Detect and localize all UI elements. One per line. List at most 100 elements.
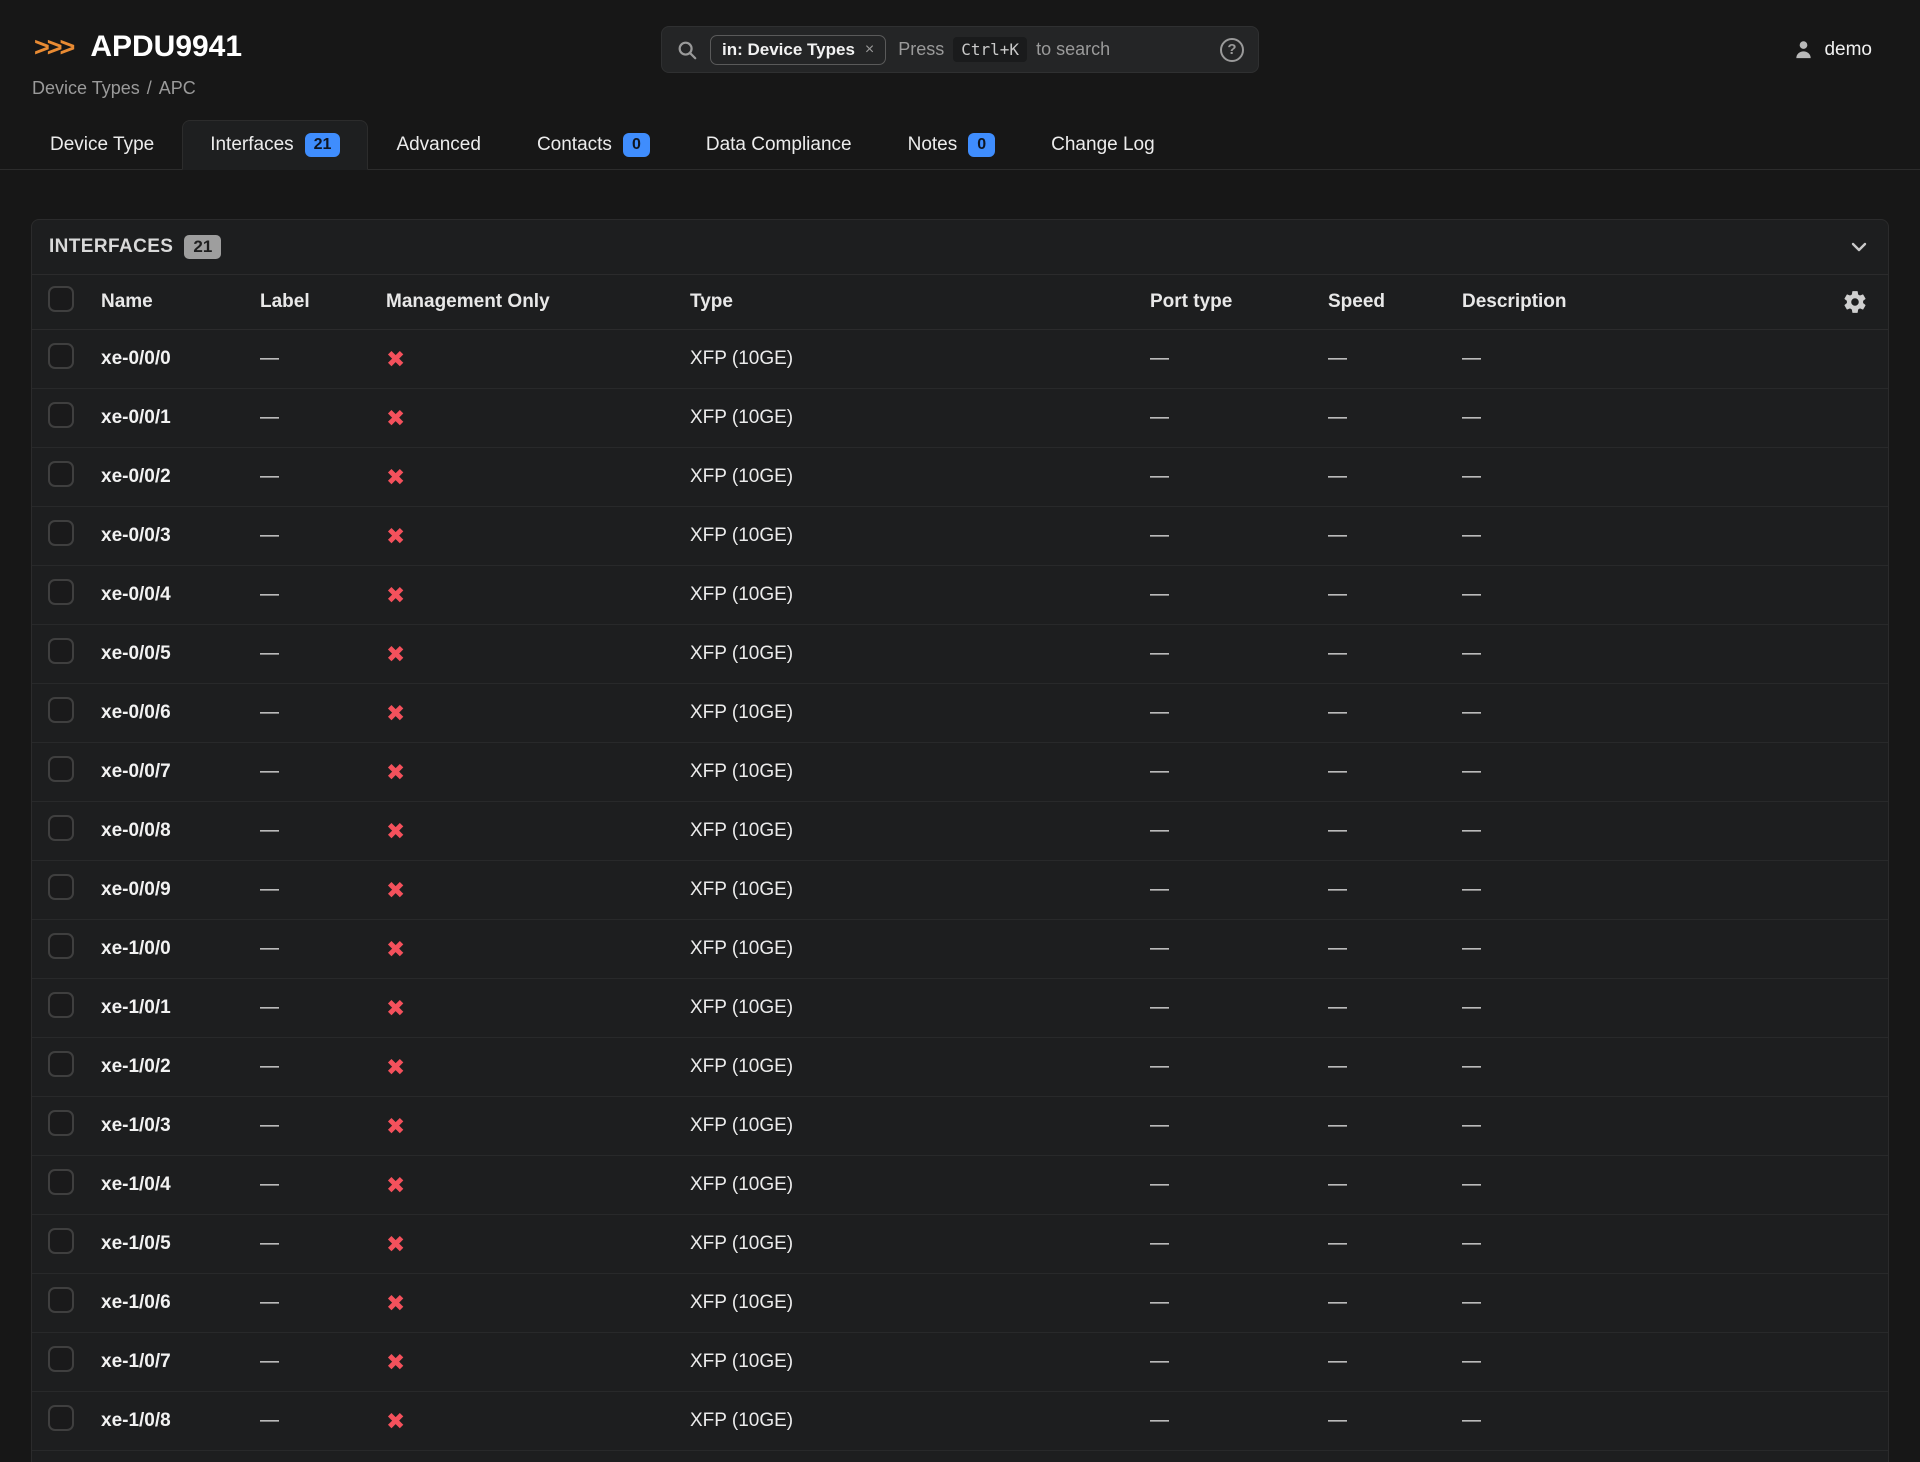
row-checkbox[interactable] bbox=[48, 1110, 74, 1136]
interface-name-link[interactable]: xe-0/0/4 bbox=[101, 584, 260, 606]
column-header-speed[interactable]: Speed bbox=[1328, 291, 1462, 313]
management-only-false-icon: ✖ bbox=[386, 1115, 690, 1138]
search-help-icon[interactable]: ? bbox=[1220, 38, 1244, 62]
interface-name-link[interactable]: xe-0/0/6 bbox=[101, 702, 260, 724]
tab-interfaces[interactable]: Interfaces 21 bbox=[182, 120, 368, 170]
row-checkbox[interactable] bbox=[48, 815, 74, 841]
label-cell: — bbox=[260, 1292, 386, 1314]
row-checkbox[interactable] bbox=[48, 520, 74, 546]
port-type-cell: — bbox=[1150, 761, 1328, 783]
select-all-checkbox[interactable] bbox=[48, 286, 74, 312]
description-cell: — bbox=[1462, 820, 1802, 842]
tab-device-type[interactable]: Device Type bbox=[22, 120, 182, 170]
column-header-description[interactable]: Description bbox=[1462, 291, 1802, 313]
page-title: APDU9941 bbox=[90, 30, 242, 64]
tab-bar: Device Type Interfaces 21 Advanced Conta… bbox=[0, 120, 1920, 170]
table-row: xe-1/0/8 — ✖ XFP (10GE) — — — bbox=[32, 1392, 1888, 1451]
interface-name-link[interactable]: xe-1/0/6 bbox=[101, 1292, 260, 1314]
row-checkbox[interactable] bbox=[48, 1169, 74, 1195]
interface-name-link[interactable]: xe-1/0/8 bbox=[101, 1410, 260, 1432]
row-checkbox[interactable] bbox=[48, 461, 74, 487]
row-checkbox[interactable] bbox=[48, 402, 74, 428]
row-checkbox[interactable] bbox=[48, 1287, 74, 1313]
column-header-port-type[interactable]: Port type bbox=[1150, 291, 1328, 313]
type-cell: XFP (10GE) bbox=[690, 1410, 1150, 1432]
interfaces-panel-header: INTERFACES 21 bbox=[32, 220, 1888, 275]
management-only-false-icon: ✖ bbox=[386, 1233, 690, 1256]
interface-name-link[interactable]: xe-0/0/1 bbox=[101, 407, 260, 429]
port-type-cell: — bbox=[1150, 1410, 1328, 1432]
user-menu[interactable]: demo bbox=[1792, 38, 1872, 61]
table-header-row: Name Label Management Only Type Port typ… bbox=[32, 275, 1888, 330]
row-checkbox[interactable] bbox=[48, 874, 74, 900]
row-checkbox[interactable] bbox=[48, 638, 74, 664]
column-header-label[interactable]: Label bbox=[260, 291, 386, 313]
tab-advanced[interactable]: Advanced bbox=[368, 120, 509, 170]
label-cell: — bbox=[260, 820, 386, 842]
interface-name-link[interactable]: xe-1/0/0 bbox=[101, 938, 260, 960]
row-checkbox[interactable] bbox=[48, 992, 74, 1018]
row-checkbox[interactable] bbox=[48, 933, 74, 959]
panel-count-badge: 21 bbox=[184, 235, 221, 259]
interface-name-link[interactable]: xe-1/0/2 bbox=[101, 1056, 260, 1078]
row-checkbox[interactable] bbox=[48, 343, 74, 369]
management-only-false-icon: ✖ bbox=[386, 525, 690, 548]
search-scope-chip[interactable]: in: Device Types × bbox=[710, 35, 886, 65]
interface-name-link[interactable]: xe-1/0/3 bbox=[101, 1115, 260, 1137]
breadcrumb-parent-link[interactable]: Device Types bbox=[32, 78, 140, 99]
row-checkbox[interactable] bbox=[48, 1051, 74, 1077]
breadcrumb-current-link[interactable]: APC bbox=[159, 78, 196, 99]
label-cell: — bbox=[260, 1115, 386, 1137]
search-hint: Press Ctrl+K to search bbox=[898, 37, 1110, 62]
interface-name-link[interactable]: xe-1/0/4 bbox=[101, 1174, 260, 1196]
port-type-cell: — bbox=[1150, 525, 1328, 547]
type-cell: XFP (10GE) bbox=[690, 702, 1150, 724]
column-header-type[interactable]: Type bbox=[690, 291, 1150, 313]
interface-name-link[interactable]: xe-0/0/0 bbox=[101, 348, 260, 370]
tab-notes[interactable]: Notes 0 bbox=[880, 120, 1024, 170]
table-row: xe-1/0/3 — ✖ XFP (10GE) — — — bbox=[32, 1097, 1888, 1156]
port-type-cell: — bbox=[1150, 1233, 1328, 1255]
port-type-cell: — bbox=[1150, 997, 1328, 1019]
row-checkbox[interactable] bbox=[48, 756, 74, 782]
management-only-false-icon: ✖ bbox=[386, 997, 690, 1020]
port-type-cell: — bbox=[1150, 643, 1328, 665]
interface-name-link[interactable]: xe-0/0/3 bbox=[101, 525, 260, 547]
table-row: xe-1/0/0 — ✖ XFP (10GE) — — — bbox=[32, 920, 1888, 979]
brand-chevrons-icon[interactable]: >>> bbox=[34, 32, 76, 63]
tab-data-compliance[interactable]: Data Compliance bbox=[678, 120, 880, 170]
column-header-name[interactable]: Name bbox=[101, 291, 260, 313]
interface-name-link[interactable]: xe-0/0/5 bbox=[101, 643, 260, 665]
type-cell: XFP (10GE) bbox=[690, 997, 1150, 1019]
interface-name-link[interactable]: xe-0/0/2 bbox=[101, 466, 260, 488]
global-search-input[interactable]: in: Device Types × Press Ctrl+K to searc… bbox=[661, 26, 1259, 73]
interface-name-link[interactable]: xe-1/0/7 bbox=[101, 1351, 260, 1373]
interface-name-link[interactable]: xe-0/0/7 bbox=[101, 761, 260, 783]
interface-name-link[interactable]: xe-1/0/5 bbox=[101, 1233, 260, 1255]
page-header: >>> APDU9941 bbox=[34, 30, 242, 64]
tab-contacts[interactable]: Contacts 0 bbox=[509, 120, 678, 170]
speed-cell: — bbox=[1328, 1410, 1462, 1432]
table-config-button[interactable] bbox=[1842, 289, 1868, 315]
row-checkbox[interactable] bbox=[48, 1346, 74, 1372]
row-checkbox[interactable] bbox=[48, 1228, 74, 1254]
row-checkbox[interactable] bbox=[48, 1405, 74, 1431]
port-type-cell: — bbox=[1150, 584, 1328, 606]
column-header-management-only[interactable]: Management Only bbox=[386, 291, 690, 313]
type-cell: XFP (10GE) bbox=[690, 761, 1150, 783]
management-only-false-icon: ✖ bbox=[386, 1174, 690, 1197]
collapse-panel-button[interactable] bbox=[1847, 235, 1871, 259]
type-cell: XFP (10GE) bbox=[690, 1351, 1150, 1373]
interface-name-link[interactable]: xe-0/0/9 bbox=[101, 879, 260, 901]
interface-name-link[interactable]: xe-0/0/8 bbox=[101, 820, 260, 842]
chip-remove-icon[interactable]: × bbox=[865, 41, 874, 59]
table-row: xe-0/0/6 — ✖ XFP (10GE) — — — bbox=[32, 684, 1888, 743]
tab-change-log[interactable]: Change Log bbox=[1023, 120, 1183, 170]
row-checkbox[interactable] bbox=[48, 697, 74, 723]
row-checkbox[interactable] bbox=[48, 579, 74, 605]
type-cell: XFP (10GE) bbox=[690, 348, 1150, 370]
interface-name-link[interactable]: xe-1/0/1 bbox=[101, 997, 260, 1019]
label-cell: — bbox=[260, 702, 386, 724]
speed-cell: — bbox=[1328, 1351, 1462, 1373]
table-row: xe-0/0/3 — ✖ XFP (10GE) — — — bbox=[32, 507, 1888, 566]
